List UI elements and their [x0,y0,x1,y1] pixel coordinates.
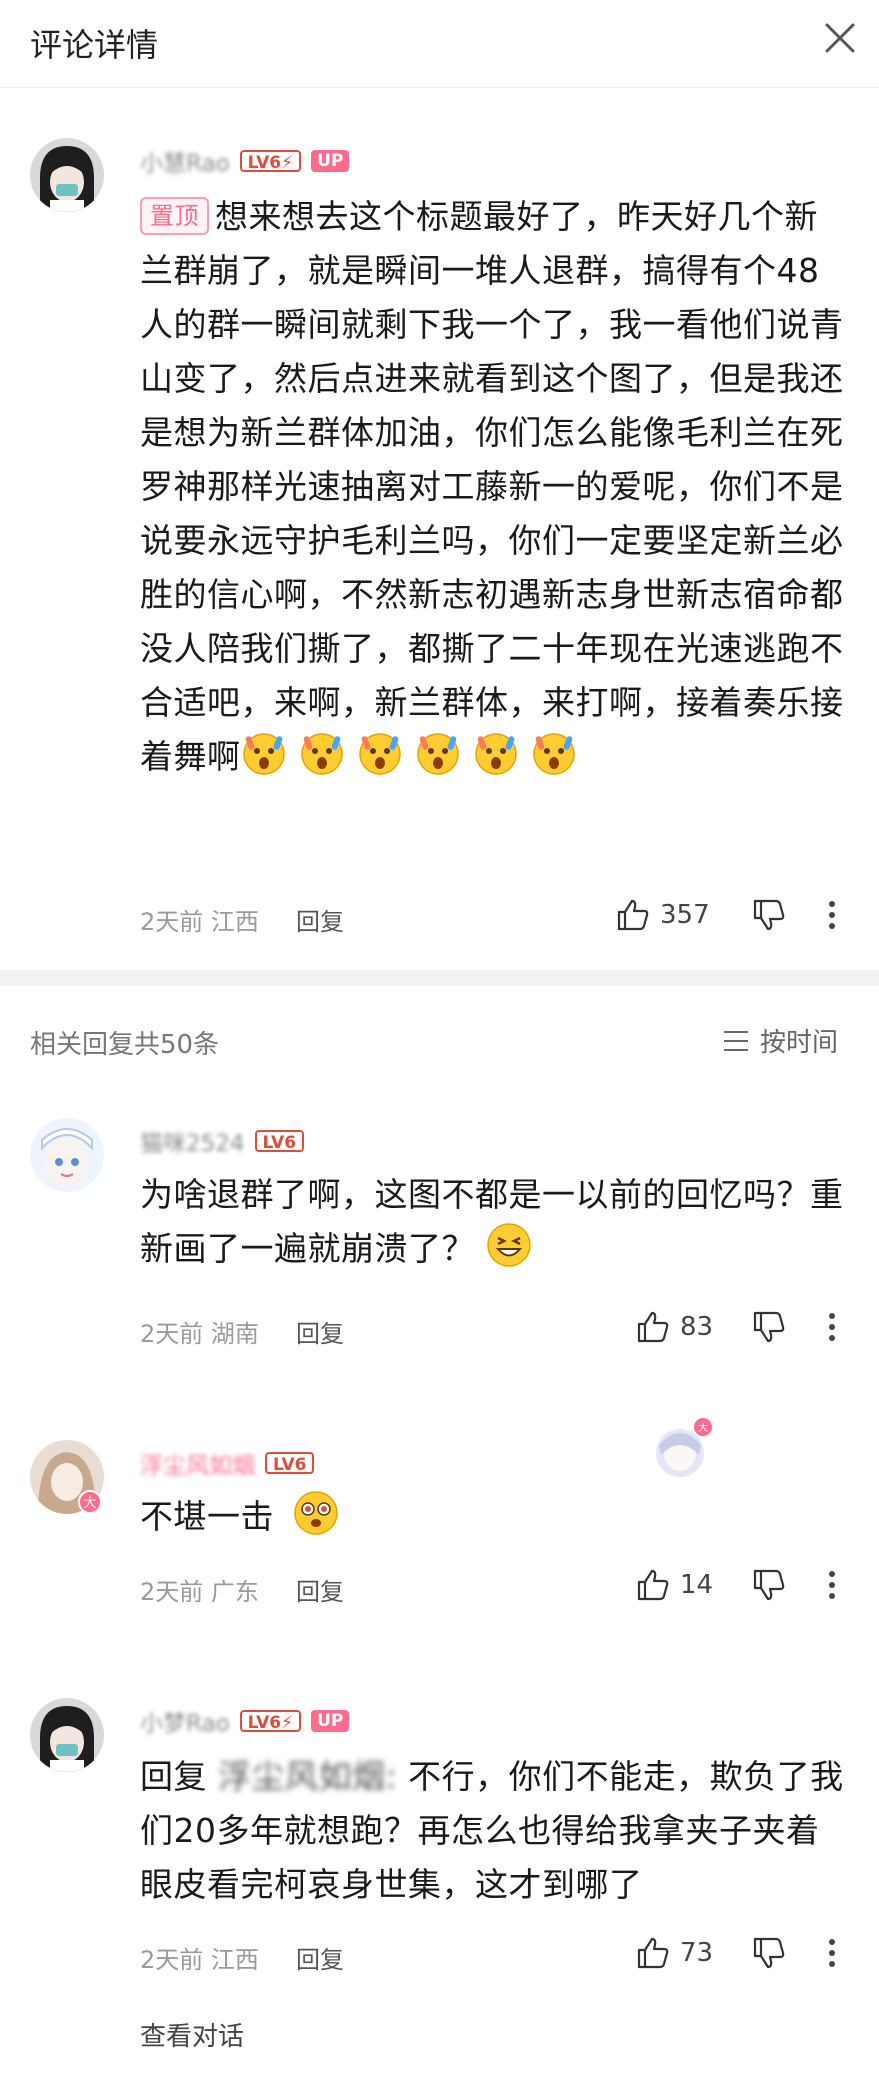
like-button[interactable]: 73 [636,1936,713,1970]
level-badge: LV6⚡ [239,150,302,173]
time-text: 2天前 [140,1946,204,1974]
username[interactable]: 小梦Rao [140,1704,230,1738]
comment-time: 2天前 江西 [140,1940,259,1975]
thumbs-down-icon[interactable] [752,898,786,932]
reply-button[interactable]: 回复 [296,1572,344,1607]
reply-target-user[interactable]: 浮尘风如烟: [218,1757,397,1796]
location-text: 江西 [210,908,259,936]
starstruck-emoji-icon [294,1491,338,1535]
avatar[interactable]: 大 [30,1440,104,1514]
username[interactable]: 浮尘风如烟 [140,1446,255,1480]
comment-text: 不堪一击 [140,1490,845,1544]
comment-text: 为啥退群了啊，这图不都是一以前的回忆吗？重新画了一遍就崩溃了？ [140,1168,845,1276]
comment-meta: 小梦Rao LV6⚡ UP [140,1704,350,1738]
location-text: 湖南 [210,1320,259,1348]
scream-emoji-icon [300,733,343,775]
time-text: 2天前 [140,1578,204,1606]
comment-footer: 2天前 广东 回复 14 [140,1568,845,1608]
decoration-badge-icon: 大 [656,1418,712,1477]
scream-emoji-icon [416,733,459,775]
like-button[interactable]: 357 [616,898,710,932]
grin-emoji-icon [487,1223,531,1267]
sort-label: 按时间 [760,1028,839,1058]
like-count: 83 [680,1312,714,1342]
thumbs-down-icon[interactable] [752,1936,786,1970]
reply-button[interactable]: 回复 [296,902,344,937]
comment-content: 想来想去这个标题最好了，昨天好几个新兰群崩了，就是瞬间一堆人退群，搞得有个48人… [140,197,844,776]
thumbs-down-icon[interactable] [752,1310,786,1344]
comment-meta: 小慧Rao LV6⚡ UP [140,144,350,178]
comment-content: 不堪一击 [140,1497,274,1536]
up-badge: UP [311,1710,350,1732]
thumbs-up-icon [637,1569,669,1601]
reply-button[interactable]: 回复 [296,1314,344,1349]
comment-footer: 2天前 江西 回复 357 [140,898,845,938]
svg-text:大: 大 [698,1421,708,1434]
scream-emoji-icon [532,733,575,775]
like-count: 357 [660,900,710,930]
comment-text: 置顶 想来想去这个标题最好了，昨天好几个新兰群崩了，就是瞬间一堆人退群，搞得有个4… [140,190,845,784]
view-conversation-link[interactable]: 查看对话 [140,2016,244,2053]
like-count: 14 [680,1570,714,1600]
page-title: 评论详情 [30,26,159,64]
username[interactable]: 猫咪2524 [140,1124,245,1158]
comment-time: 2天前 湖南 [140,1314,259,1349]
avatar[interactable] [30,1118,104,1192]
comment-time: 2天前 江西 [140,902,259,937]
username[interactable]: 小慧Rao [140,144,230,178]
comment-meta: 浮尘风如烟 LV6 [140,1446,315,1480]
reply-prefix: 回复 [140,1757,207,1796]
comment-footer: 2天前 江西 回复 73 [140,1936,845,1976]
up-badge: UP [311,150,350,172]
sort-icon [724,1030,748,1051]
svg-text:大: 大 [83,1496,96,1511]
comment-meta: 猫咪2524 LV6 [140,1124,305,1158]
level-badge: LV6 [254,1130,305,1153]
replies-count: 相关回复共50条 [30,1030,220,1060]
scream-emoji-icon [358,733,401,775]
more-options-icon[interactable] [826,1568,838,1602]
comment-time: 2天前 广东 [140,1572,259,1607]
reply-button[interactable]: 回复 [296,1940,344,1975]
scream-emoji-icon [242,733,285,775]
more-options-icon[interactable] [826,898,838,932]
section-divider [0,970,879,986]
thumbs-up-icon [617,899,649,931]
more-options-icon[interactable] [826,1936,838,1970]
thumbs-up-icon [637,1937,669,1969]
comment-text: 回复 浮尘风如烟: 不行，你们不能走，欺负了我们20多年就想跑？再怎么也得给我拿… [140,1750,845,1912]
header: 评论详情 [0,0,879,88]
time-text: 2天前 [140,1320,204,1348]
level-badge: LV6 [265,1452,315,1475]
sort-button[interactable]: 按时间 [722,1022,838,1059]
more-options-icon[interactable] [826,1310,838,1344]
avatar[interactable] [30,138,104,212]
level-badge: LV6⚡ [239,1710,302,1733]
scream-emoji-icon [474,733,517,775]
location-text: 江西 [210,1946,259,1974]
pinned-badge: 置顶 [140,197,209,235]
like-button[interactable]: 83 [636,1310,713,1344]
emoji-row [241,733,589,776]
close-icon[interactable] [822,20,858,56]
like-count: 73 [680,1938,714,1968]
location-text: 广东 [210,1578,259,1606]
time-text: 2天前 [140,908,204,936]
avatar[interactable] [30,1698,104,1772]
like-button[interactable]: 14 [636,1568,713,1602]
thumbs-down-icon[interactable] [752,1568,786,1602]
thumbs-up-icon [637,1311,669,1343]
comment-footer: 2天前 湖南 回复 83 [140,1310,845,1350]
